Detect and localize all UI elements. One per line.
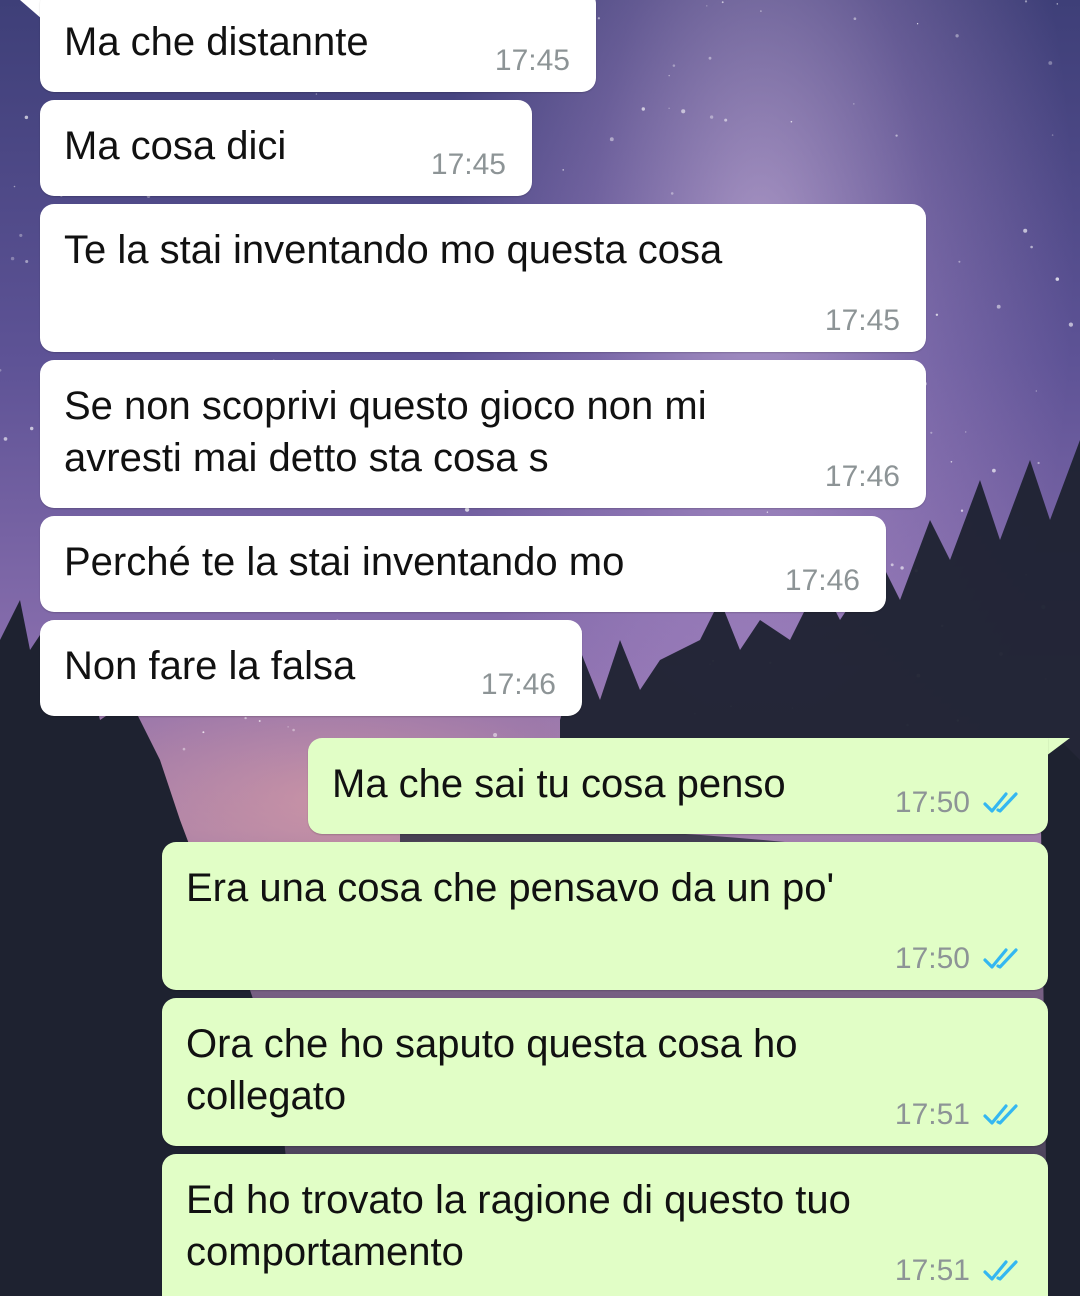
double-check-icon [983,948,1018,969]
message-meta: 17:46 [825,460,900,494]
message-time: 17:46 [784,564,860,597]
message-bubble-outgoing[interactable]: Ma che sai tu cosa penso 17:50 [308,738,1048,834]
message-text: Ma che distannte [64,20,369,64]
message-time: 17:51 [894,1098,970,1131]
message-meta: 17:51 [895,1098,1022,1132]
message-text: Era una cosa che pensavo da un po' [186,866,835,910]
message-text: Ora che ho saputo questa cosa ho collega… [186,1022,798,1118]
message-meta: 17:45 [495,44,570,78]
message-time: 17:50 [894,942,970,975]
message-bubble-incoming[interactable]: Perché te la stai inventando mo 17:46 [40,516,886,612]
message-text: Perché te la stai inventando mo [64,540,625,584]
message-text: Ma che sai tu cosa penso [332,762,786,806]
message-time: 17:45 [494,44,570,77]
message-text: Non fare la falsa [64,644,356,688]
message-meta: 17:46 [785,564,860,598]
message-time: 17:45 [824,304,900,337]
message-text: Ma cosa dici [64,124,287,168]
message-bubble-incoming[interactable]: Non fare la falsa 17:46 [40,620,582,716]
message-text: Te la stai inventando mo questa cosa [64,228,723,272]
message-bubble-outgoing[interactable]: Ora che ho saputo questa cosa ho collega… [162,998,1048,1146]
message-text: Se non scoprivi questo gioco non mi avre… [64,384,707,480]
message-bubble-incoming[interactable]: Se non scoprivi questo gioco non mi avre… [40,360,926,508]
message-meta: 17:50 [895,786,1022,820]
message-meta: 17:46 [481,668,556,702]
message-time: 17:50 [894,786,970,819]
message-text: Ed ho trovato la ragione di questo tuo c… [186,1178,851,1274]
double-check-icon [983,1260,1018,1281]
message-bubble-incoming[interactable]: Ma che distannte 17:45 [40,0,596,92]
message-meta: 17:50 [895,942,1022,976]
message-meta: 17:45 [825,304,900,338]
message-time: 17:51 [894,1254,970,1287]
message-bubble-incoming[interactable]: Ma cosa dici 17:45 [40,100,532,196]
message-time: 17:46 [824,460,900,493]
message-bubble-outgoing[interactable]: Ed ho trovato la ragione di questo tuo c… [162,1154,1048,1296]
double-check-icon [983,792,1018,813]
message-meta: 17:45 [431,148,506,182]
double-check-icon [983,1104,1018,1125]
message-time: 17:45 [430,148,506,181]
message-bubble-incoming[interactable]: Te la stai inventando mo questa cosa 17:… [40,204,926,352]
message-bubble-outgoing[interactable]: Era una cosa che pensavo da un po' 17:50 [162,842,1048,990]
message-time: 17:46 [480,668,556,701]
message-meta: 17:51 [895,1254,1022,1288]
